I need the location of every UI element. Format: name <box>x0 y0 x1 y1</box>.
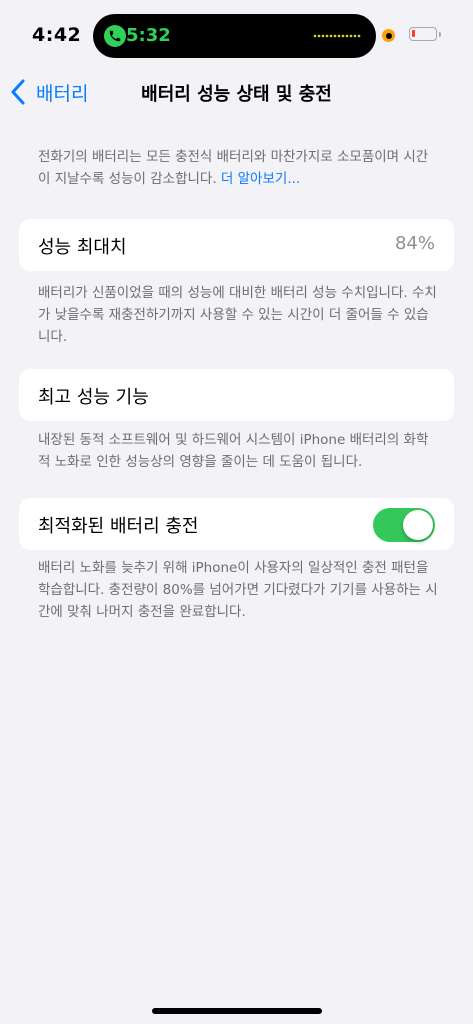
optimized-charging-toggle[interactable] <box>373 508 435 542</box>
dynamic-island[interactable]: 5:32 <box>93 14 376 58</box>
peak-performance-footer: 내장된 동적 소프트웨어 및 하드웨어 시스템이 iPhone 배터리의 화학적… <box>38 432 429 470</box>
toggle-knob <box>403 510 433 540</box>
optimized-charging-footer: 배터리 노화를 늦추기 위해 iPhone이 사용자의 일상적인 충전 패턴을 … <box>38 560 438 620</box>
intro-description: 전화기의 배터리는 모든 충전식 배터리와 마찬가지로 소모품이며 시간이 지날… <box>38 146 438 190</box>
home-indicator[interactable] <box>152 1008 322 1014</box>
page-title: 배터리 성능 상태 및 충전 <box>141 84 332 105</box>
audio-waveform-icon <box>313 34 361 38</box>
max-capacity-label: 성능 최대치 <box>38 237 127 258</box>
optimized-charging-label: 최적화된 배터리 충전 <box>38 516 199 537</box>
peak-performance-label: 최고 성능 기능 <box>38 387 149 408</box>
learn-more-link[interactable]: 더 알아보기... <box>221 171 300 187</box>
status-time: 4:42 <box>32 24 82 46</box>
optimized-charging-row: 최적화된 배터리 충전 <box>19 498 454 550</box>
call-duration: 5:32 <box>126 25 171 46</box>
battery-icon <box>409 27 441 41</box>
microphone-indicator-icon <box>382 29 395 42</box>
peak-performance-row: 최고 성능 기능 <box>19 369 454 421</box>
max-capacity-footer: 배터리가 신품이었을 때의 성능에 대비한 배터리 성능 수치입니다. 수치가 … <box>38 285 437 345</box>
max-capacity-row: 성능 최대치 84% <box>19 219 454 271</box>
status-bar: 4:42 5:32 <box>0 0 473 70</box>
max-capacity-value: 84% <box>394 233 435 254</box>
phone-call-icon <box>104 25 126 47</box>
navigation-bar: 배터리 배터리 성능 상태 및 충전 <box>0 70 473 114</box>
